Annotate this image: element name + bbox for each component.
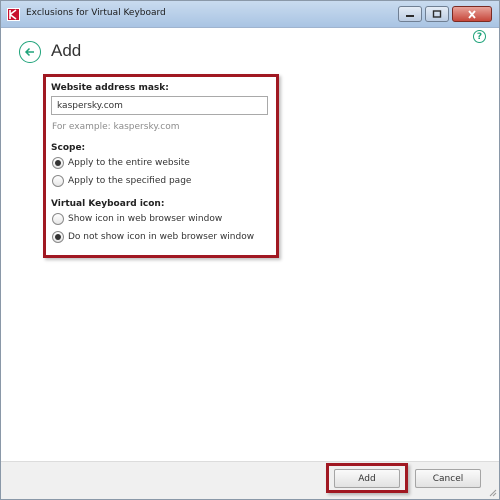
window-controls bbox=[395, 6, 492, 22]
resize-grip-icon[interactable] bbox=[487, 487, 497, 497]
radio-label: Apply to the entire website bbox=[68, 158, 190, 168]
page-title: Add bbox=[51, 41, 82, 60]
title-bar[interactable]: Exclusions for Virtual Keyboard bbox=[1, 1, 499, 28]
close-icon bbox=[468, 9, 476, 19]
kaspersky-logo-icon bbox=[7, 8, 20, 21]
radio-label: Apply to the specified page bbox=[68, 176, 192, 186]
radio-selected[interactable] bbox=[52, 157, 64, 169]
minimize-icon bbox=[406, 15, 414, 17]
dialog-window: Exclusions for Virtual Keyboard ? Add We… bbox=[0, 0, 500, 500]
radio-selected[interactable] bbox=[52, 231, 64, 243]
maximize-icon bbox=[432, 10, 442, 18]
mask-hint: For example: kaspersky.com bbox=[52, 122, 180, 132]
scope-option-specified-page[interactable]: Apply to the specified page bbox=[52, 175, 191, 187]
mask-label: Website address mask: bbox=[51, 83, 169, 93]
close-button[interactable] bbox=[452, 6, 492, 22]
radio-unselected[interactable] bbox=[52, 213, 64, 225]
arrow-left-icon bbox=[24, 47, 34, 57]
icon-label: Virtual Keyboard icon: bbox=[51, 199, 165, 209]
website-mask-input[interactable] bbox=[51, 96, 268, 115]
scope-label: Scope: bbox=[51, 143, 86, 153]
add-button[interactable]: Add bbox=[334, 469, 400, 488]
maximize-button[interactable] bbox=[425, 6, 449, 22]
radio-unselected[interactable] bbox=[52, 175, 64, 187]
scope-option-entire-website[interactable]: Apply to the entire website bbox=[52, 157, 190, 169]
window-title: Exclusions for Virtual Keyboard bbox=[26, 8, 166, 18]
radio-label: Do not show icon in web browser window bbox=[68, 232, 255, 242]
radio-label: Show icon in web browser window bbox=[68, 214, 223, 224]
cancel-button[interactable]: Cancel bbox=[415, 469, 481, 488]
icon-option-do-not-show[interactable]: Do not show icon in web browser window bbox=[52, 231, 254, 243]
help-icon[interactable]: ? bbox=[473, 30, 486, 43]
icon-option-show[interactable]: Show icon in web browser window bbox=[52, 213, 222, 225]
minimize-button[interactable] bbox=[398, 6, 422, 22]
back-button[interactable] bbox=[19, 41, 41, 63]
